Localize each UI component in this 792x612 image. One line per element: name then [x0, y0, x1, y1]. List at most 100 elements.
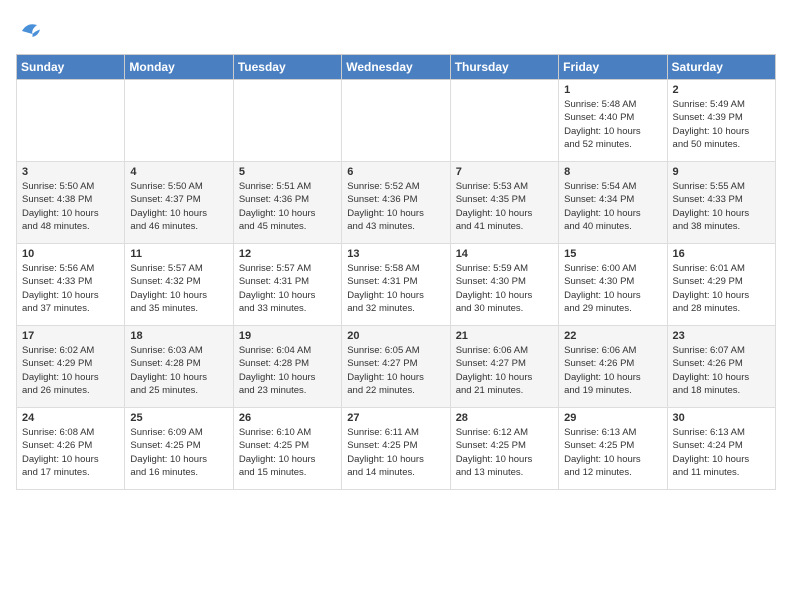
day-info-line: Sunrise: 5:50 AM — [22, 180, 119, 193]
day-info-line: Sunset: 4:27 PM — [347, 357, 444, 370]
day-number: 8 — [564, 166, 661, 178]
day-info-line: and 33 minutes. — [239, 302, 336, 315]
calendar-cell: 15Sunrise: 6:00 AMSunset: 4:30 PMDayligh… — [559, 244, 667, 326]
day-info-line: Daylight: 10 hours — [673, 371, 770, 384]
day-info-line: and 16 minutes. — [130, 466, 227, 479]
day-info-line: Sunset: 4:36 PM — [239, 193, 336, 206]
day-number: 24 — [22, 412, 119, 424]
day-info-line: Sunrise: 5:51 AM — [239, 180, 336, 193]
calendar-cell: 26Sunrise: 6:10 AMSunset: 4:25 PMDayligh… — [233, 408, 341, 490]
day-number: 9 — [673, 166, 770, 178]
calendar-cell: 4Sunrise: 5:50 AMSunset: 4:37 PMDaylight… — [125, 162, 233, 244]
day-info-line: Sunset: 4:24 PM — [673, 439, 770, 452]
day-info-line: and 12 minutes. — [564, 466, 661, 479]
day-number: 22 — [564, 330, 661, 342]
day-info-line: and 32 minutes. — [347, 302, 444, 315]
day-number: 1 — [564, 84, 661, 96]
calendar-cell: 20Sunrise: 6:05 AMSunset: 4:27 PMDayligh… — [342, 326, 450, 408]
day-info-line: Daylight: 10 hours — [239, 289, 336, 302]
day-info-line: Daylight: 10 hours — [130, 289, 227, 302]
day-info-line: Sunset: 4:30 PM — [456, 275, 553, 288]
day-info-line: Sunset: 4:26 PM — [564, 357, 661, 370]
day-info-line: Sunrise: 6:11 AM — [347, 426, 444, 439]
day-number: 19 — [239, 330, 336, 342]
day-number: 27 — [347, 412, 444, 424]
day-info-line: Daylight: 10 hours — [673, 207, 770, 220]
day-number: 2 — [673, 84, 770, 96]
day-info-line: Daylight: 10 hours — [564, 453, 661, 466]
calendar-cell: 25Sunrise: 6:09 AMSunset: 4:25 PMDayligh… — [125, 408, 233, 490]
day-number: 13 — [347, 248, 444, 260]
day-info-line: and 25 minutes. — [130, 384, 227, 397]
day-info-line: Daylight: 10 hours — [564, 207, 661, 220]
day-info-line: Sunrise: 5:57 AM — [239, 262, 336, 275]
day-info-line: Sunset: 4:27 PM — [456, 357, 553, 370]
calendar-week-row: 17Sunrise: 6:02 AMSunset: 4:29 PMDayligh… — [17, 326, 776, 408]
day-number: 17 — [22, 330, 119, 342]
day-info-line: Sunset: 4:28 PM — [130, 357, 227, 370]
day-info-line: and 30 minutes. — [456, 302, 553, 315]
calendar-cell: 14Sunrise: 5:59 AMSunset: 4:30 PMDayligh… — [450, 244, 558, 326]
day-info-line: Sunset: 4:25 PM — [130, 439, 227, 452]
day-info-line: Daylight: 10 hours — [673, 289, 770, 302]
day-info-line: and 22 minutes. — [347, 384, 444, 397]
day-info-line: Sunrise: 6:10 AM — [239, 426, 336, 439]
calendar-cell: 24Sunrise: 6:08 AMSunset: 4:26 PMDayligh… — [17, 408, 125, 490]
day-info-line: Sunset: 4:25 PM — [347, 439, 444, 452]
calendar-cell — [233, 80, 341, 162]
day-number: 28 — [456, 412, 553, 424]
day-info-line: Sunrise: 5:55 AM — [673, 180, 770, 193]
calendar-cell: 28Sunrise: 6:12 AMSunset: 4:25 PMDayligh… — [450, 408, 558, 490]
day-info-line: Daylight: 10 hours — [130, 371, 227, 384]
calendar-cell: 30Sunrise: 6:13 AMSunset: 4:24 PMDayligh… — [667, 408, 775, 490]
day-info-line: Sunrise: 6:00 AM — [564, 262, 661, 275]
day-info-line: and 17 minutes. — [22, 466, 119, 479]
day-info-line: Sunset: 4:37 PM — [130, 193, 227, 206]
calendar-week-row: 1Sunrise: 5:48 AMSunset: 4:40 PMDaylight… — [17, 80, 776, 162]
day-number: 3 — [22, 166, 119, 178]
day-header-saturday: Saturday — [667, 55, 775, 80]
calendar-cell: 6Sunrise: 5:52 AMSunset: 4:36 PMDaylight… — [342, 162, 450, 244]
day-info-line: Sunrise: 5:54 AM — [564, 180, 661, 193]
calendar-cell: 22Sunrise: 6:06 AMSunset: 4:26 PMDayligh… — [559, 326, 667, 408]
day-number: 7 — [456, 166, 553, 178]
day-info-line: Sunset: 4:31 PM — [347, 275, 444, 288]
calendar-cell: 23Sunrise: 6:07 AMSunset: 4:26 PMDayligh… — [667, 326, 775, 408]
calendar-header-row: SundayMondayTuesdayWednesdayThursdayFrid… — [17, 55, 776, 80]
day-info-line: Sunset: 4:26 PM — [673, 357, 770, 370]
day-info-line: and 45 minutes. — [239, 220, 336, 233]
day-info-line: Sunset: 4:33 PM — [673, 193, 770, 206]
day-info-line: Daylight: 10 hours — [673, 125, 770, 138]
day-info-line: and 50 minutes. — [673, 138, 770, 151]
day-info-line: Daylight: 10 hours — [456, 371, 553, 384]
calendar-cell — [342, 80, 450, 162]
day-info-line: Daylight: 10 hours — [564, 125, 661, 138]
day-info-line: Daylight: 10 hours — [239, 453, 336, 466]
day-info-line: Sunrise: 5:50 AM — [130, 180, 227, 193]
day-info-line: Daylight: 10 hours — [456, 207, 553, 220]
day-info-line: Sunrise: 6:03 AM — [130, 344, 227, 357]
day-number: 29 — [564, 412, 661, 424]
day-info-line: Sunrise: 6:07 AM — [673, 344, 770, 357]
day-info-line: Sunrise: 6:01 AM — [673, 262, 770, 275]
calendar-cell: 16Sunrise: 6:01 AMSunset: 4:29 PMDayligh… — [667, 244, 775, 326]
day-info-line: Daylight: 10 hours — [456, 289, 553, 302]
calendar-cell: 13Sunrise: 5:58 AMSunset: 4:31 PMDayligh… — [342, 244, 450, 326]
day-header-wednesday: Wednesday — [342, 55, 450, 80]
day-info-line: Sunset: 4:29 PM — [673, 275, 770, 288]
calendar-week-row: 10Sunrise: 5:56 AMSunset: 4:33 PMDayligh… — [17, 244, 776, 326]
day-info-line: and 41 minutes. — [456, 220, 553, 233]
day-header-sunday: Sunday — [17, 55, 125, 80]
day-number: 6 — [347, 166, 444, 178]
day-info-line: Sunset: 4:31 PM — [239, 275, 336, 288]
day-number: 30 — [673, 412, 770, 424]
day-info-line: Sunrise: 5:53 AM — [456, 180, 553, 193]
day-info-line: Sunrise: 5:58 AM — [347, 262, 444, 275]
day-header-friday: Friday — [559, 55, 667, 80]
day-info-line: and 43 minutes. — [347, 220, 444, 233]
logo-icon — [16, 16, 46, 46]
day-info-line: Sunset: 4:33 PM — [22, 275, 119, 288]
day-number: 10 — [22, 248, 119, 260]
day-info-line: Sunrise: 6:13 AM — [564, 426, 661, 439]
day-number: 20 — [347, 330, 444, 342]
